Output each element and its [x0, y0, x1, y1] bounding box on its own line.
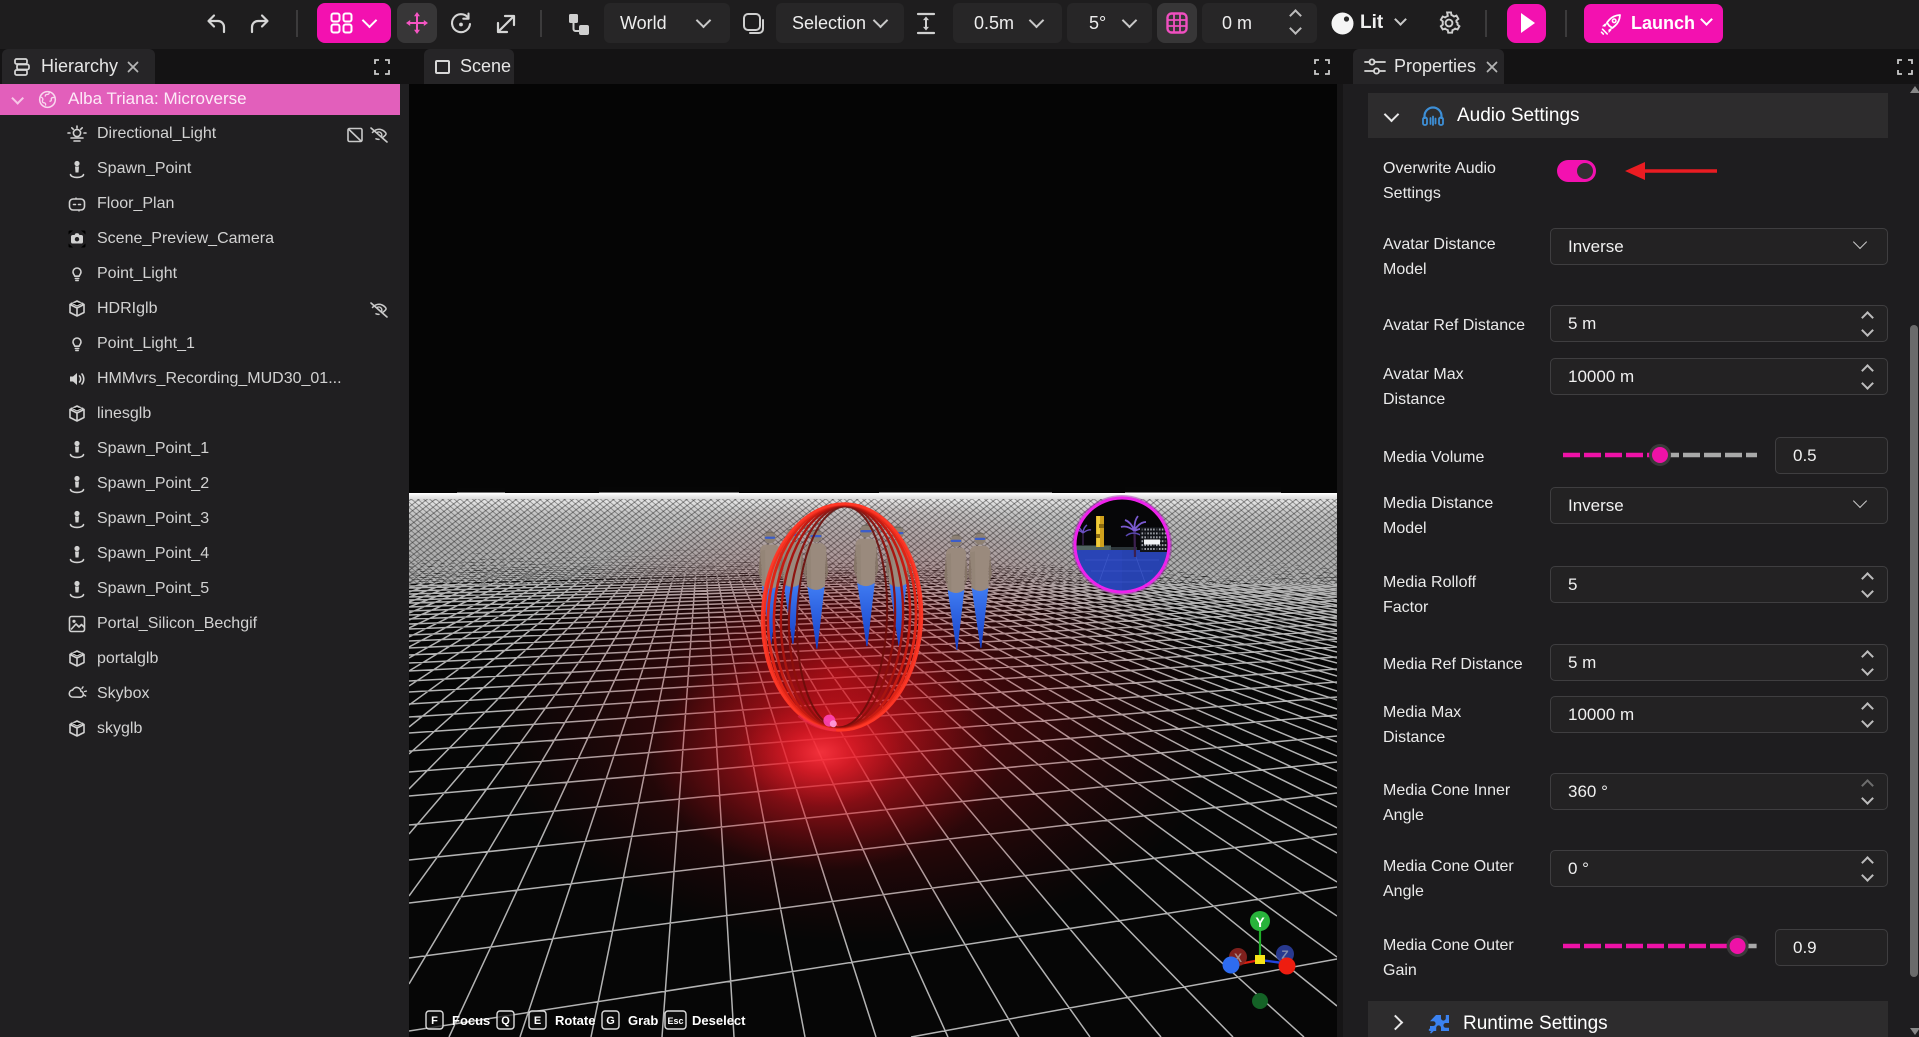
- svg-text:G: G: [606, 1015, 615, 1027]
- svg-text:Grab: Grab: [628, 1013, 658, 1028]
- svg-text:F: F: [431, 1015, 438, 1027]
- svg-text:Focus: Focus: [452, 1013, 490, 1028]
- svg-text:Deselect: Deselect: [692, 1013, 746, 1028]
- svg-text:E: E: [534, 1015, 541, 1027]
- svg-text:Rotate: Rotate: [555, 1013, 595, 1028]
- svg-text:Esc: Esc: [667, 1016, 683, 1026]
- svg-text:Y: Y: [1255, 914, 1265, 930]
- svg-text:Q: Q: [501, 1015, 510, 1027]
